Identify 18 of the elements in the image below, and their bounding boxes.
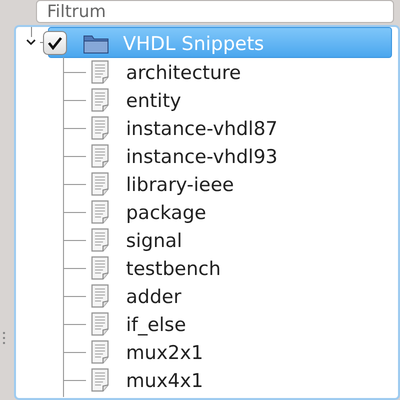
grip-icon[interactable] — [3, 332, 6, 344]
snippet-label[interactable]: entity — [126, 87, 182, 116]
snippet-label[interactable]: mux4x1 — [126, 367, 204, 396]
snippet-label[interactable]: signal — [126, 227, 182, 256]
check-icon — [47, 36, 63, 50]
snippet-label[interactable]: library-ieee — [126, 171, 234, 200]
snippet-label[interactable]: instance-vhdl87 — [126, 115, 278, 144]
snippet-label[interactable]: architecture — [126, 59, 241, 88]
snippet-label[interactable]: package — [126, 199, 206, 228]
checkbox[interactable] — [43, 31, 67, 55]
chevron-down-icon[interactable] — [26, 38, 36, 46]
snippet-label[interactable]: mux2x1 — [126, 339, 204, 368]
snippet-label[interactable]: if_else — [126, 311, 186, 340]
snippet-label[interactable]: adder — [126, 283, 182, 312]
filter-field[interactable]: Filtrum — [36, 0, 394, 23]
snippet-label[interactable]: testbench — [126, 255, 221, 284]
snippet-label[interactable]: instance-vhdl93 — [126, 143, 278, 172]
folder-label: VHDL Snippets — [123, 32, 264, 57]
